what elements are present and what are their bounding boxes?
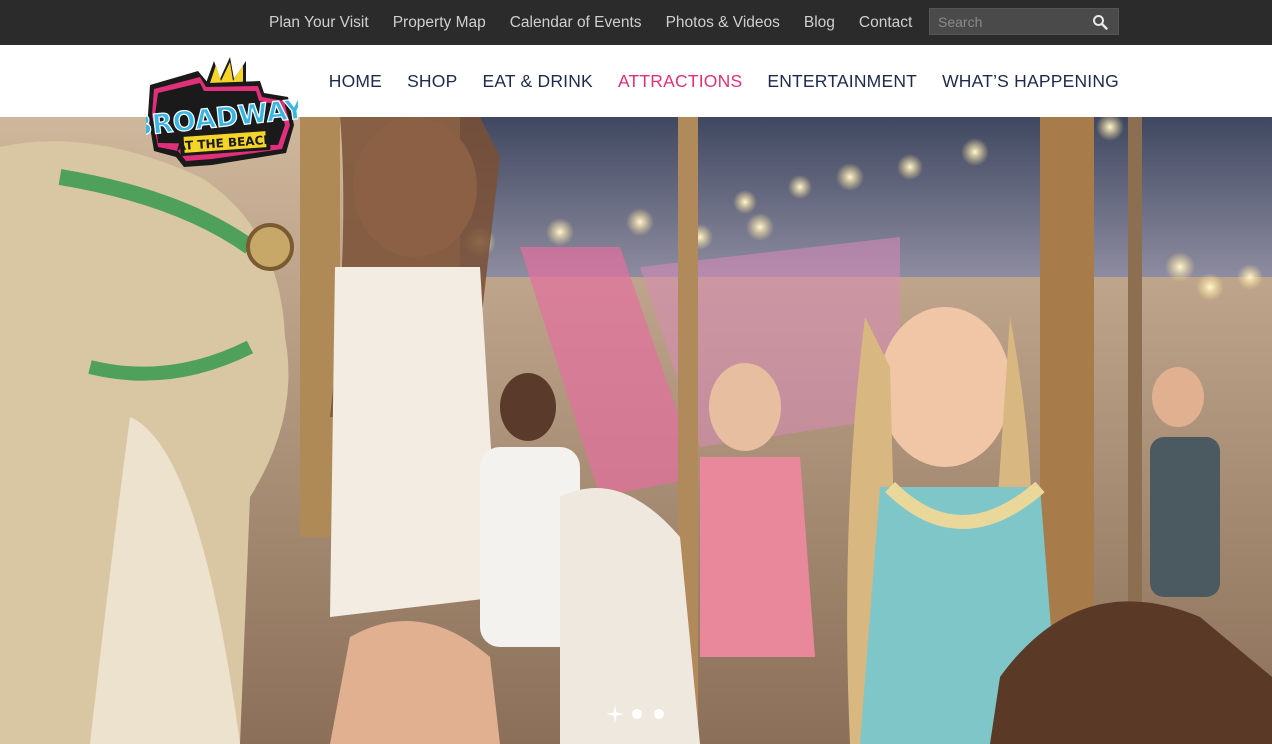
search-box <box>929 8 1119 35</box>
slide-indicators <box>606 705 676 723</box>
sparkle-icon[interactable] <box>606 705 624 723</box>
search-icon[interactable] <box>1092 14 1108 30</box>
broadway-at-the-beach-logo[interactable]: BROADWAY AT THE BEACH <box>130 55 307 171</box>
utility-link-property-map[interactable]: Property Map <box>381 14 498 32</box>
utility-link-calendar-of-events[interactable]: Calendar of Events <box>498 14 654 32</box>
nav-attractions[interactable]: ATTRACTIONS <box>618 71 742 92</box>
nav-whats-happening[interactable]: WHAT’S HAPPENING <box>942 71 1119 92</box>
search-input[interactable] <box>930 9 1090 34</box>
nav-eat-drink[interactable]: EAT & DRINK <box>482 71 592 92</box>
slide-dot-3[interactable] <box>654 709 664 719</box>
utility-link-plan-your-visit[interactable]: Plan Your Visit <box>257 14 381 32</box>
nav-shop[interactable]: SHOP <box>407 71 457 92</box>
utility-link-photos-videos[interactable]: Photos & Videos <box>654 14 792 32</box>
nav-home[interactable]: HOME <box>329 71 382 92</box>
slide-dot-2[interactable] <box>632 709 642 719</box>
hero-slider <box>0 117 1272 744</box>
nav-entertainment[interactable]: ENTERTAINMENT <box>767 71 917 92</box>
utility-bar: Plan Your Visit Property Map Calendar of… <box>0 0 1272 45</box>
sunburst-icon <box>206 57 246 83</box>
utility-link-contact[interactable]: Contact <box>847 14 924 32</box>
utility-nav: Plan Your Visit Property Map Calendar of… <box>257 0 924 45</box>
main-nav: HOME SHOP EAT & DRINK ATTRACTIONS ENTERT… <box>304 45 1119 117</box>
hero-photo-carousel <box>0 117 1272 744</box>
utility-link-blog[interactable]: Blog <box>792 14 847 32</box>
